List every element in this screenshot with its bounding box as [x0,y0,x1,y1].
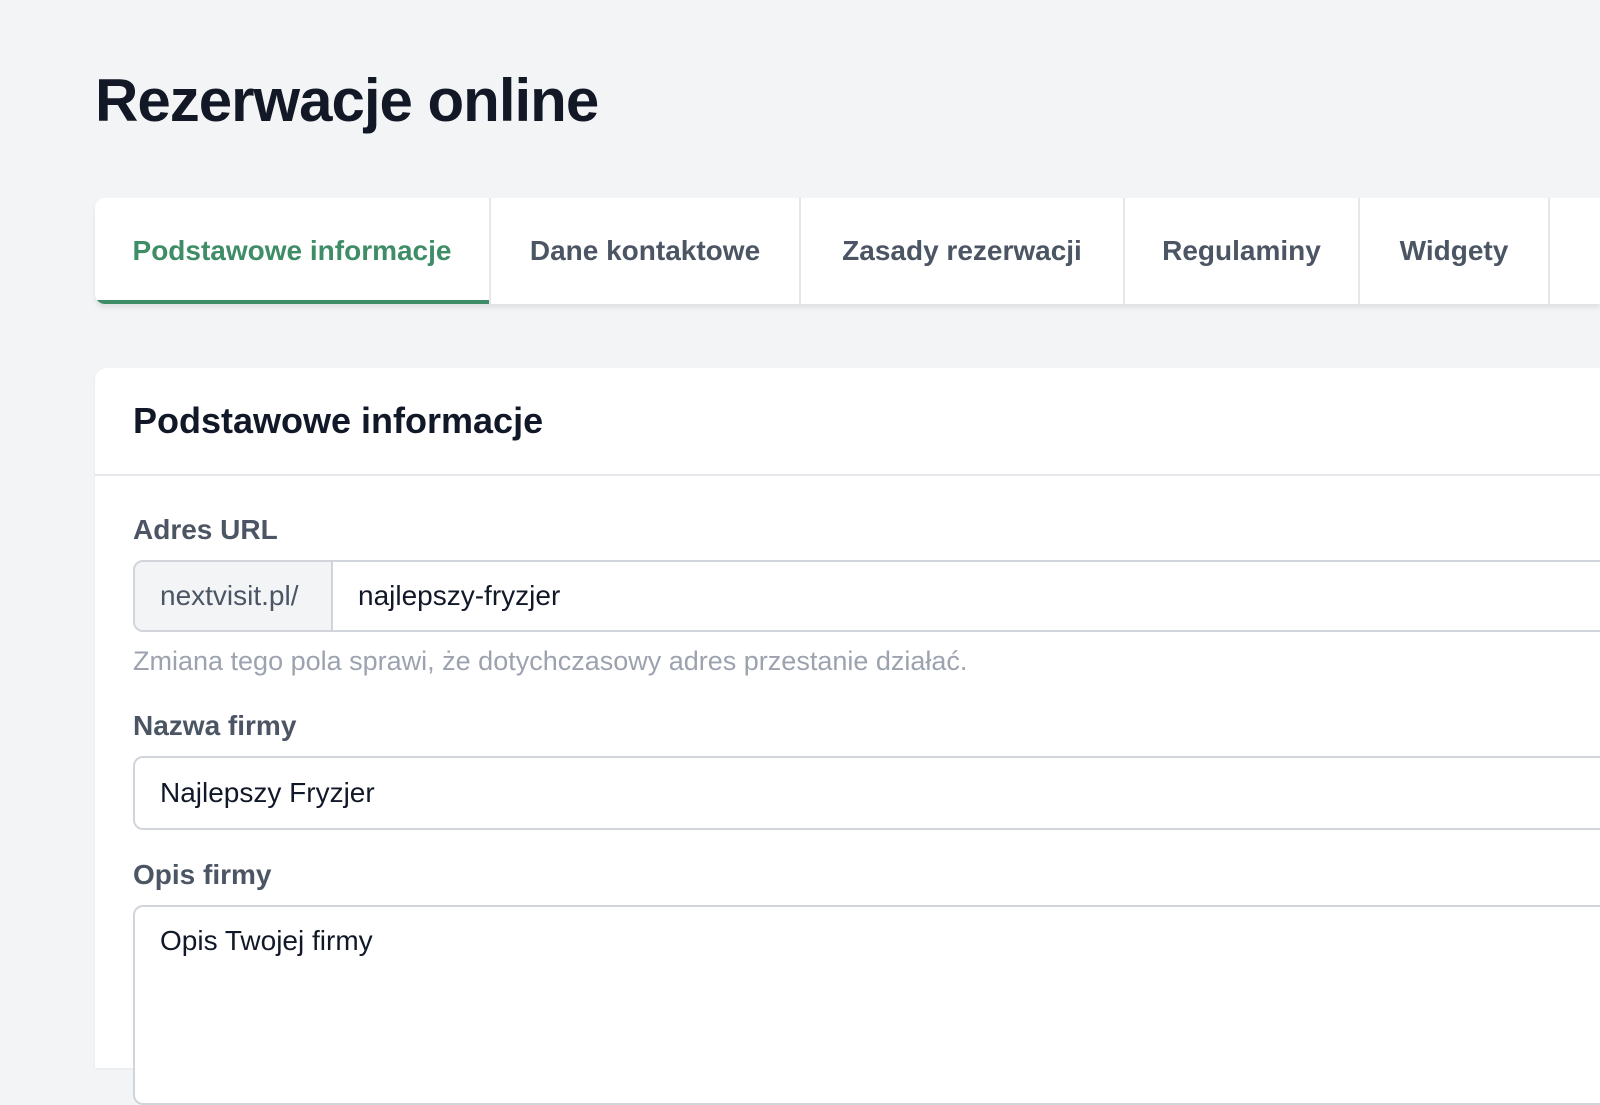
company-name-input-box [133,756,1600,830]
tab-bar: Podstawowe informacje Dane kontaktowe Za… [95,198,1600,304]
tab-widgets[interactable]: Widgety [1360,198,1550,304]
company-description-textarea[interactable]: Opis Twojej firmy [135,907,1600,1103]
company-name-input[interactable] [135,758,1600,828]
company-description-box: Opis Twojej firmy [133,905,1600,1105]
url-label: Adres URL [133,514,278,545]
tab-contact-data[interactable]: Dane kontaktowe [491,198,801,304]
card-title: Podstawowe informacje [133,400,544,441]
tab-basic-info[interactable]: Podstawowe informacje [95,198,491,304]
tab-overflow-spacer [1550,198,1600,304]
url-prefix: nextvisit.pl/ [135,562,333,630]
page-title: Rezerwacje online [95,67,599,134]
url-helper-text: Zmiana tego pola sprawi, że dotychczasow… [133,646,968,676]
tab-booking-rules[interactable]: Zasady rezerwacji [801,198,1125,304]
url-input-group: nextvisit.pl/ [133,560,1600,632]
tab-regulations[interactable]: Regulaminy [1125,198,1360,304]
card-header: Podstawowe informacje [95,368,1600,476]
company-name-label: Nazwa firmy [133,710,297,741]
company-description-label: Opis firmy [133,859,272,890]
basic-info-card: Podstawowe informacje Adres URL nextvisi… [95,368,1600,1105]
url-input[interactable] [333,562,1600,630]
